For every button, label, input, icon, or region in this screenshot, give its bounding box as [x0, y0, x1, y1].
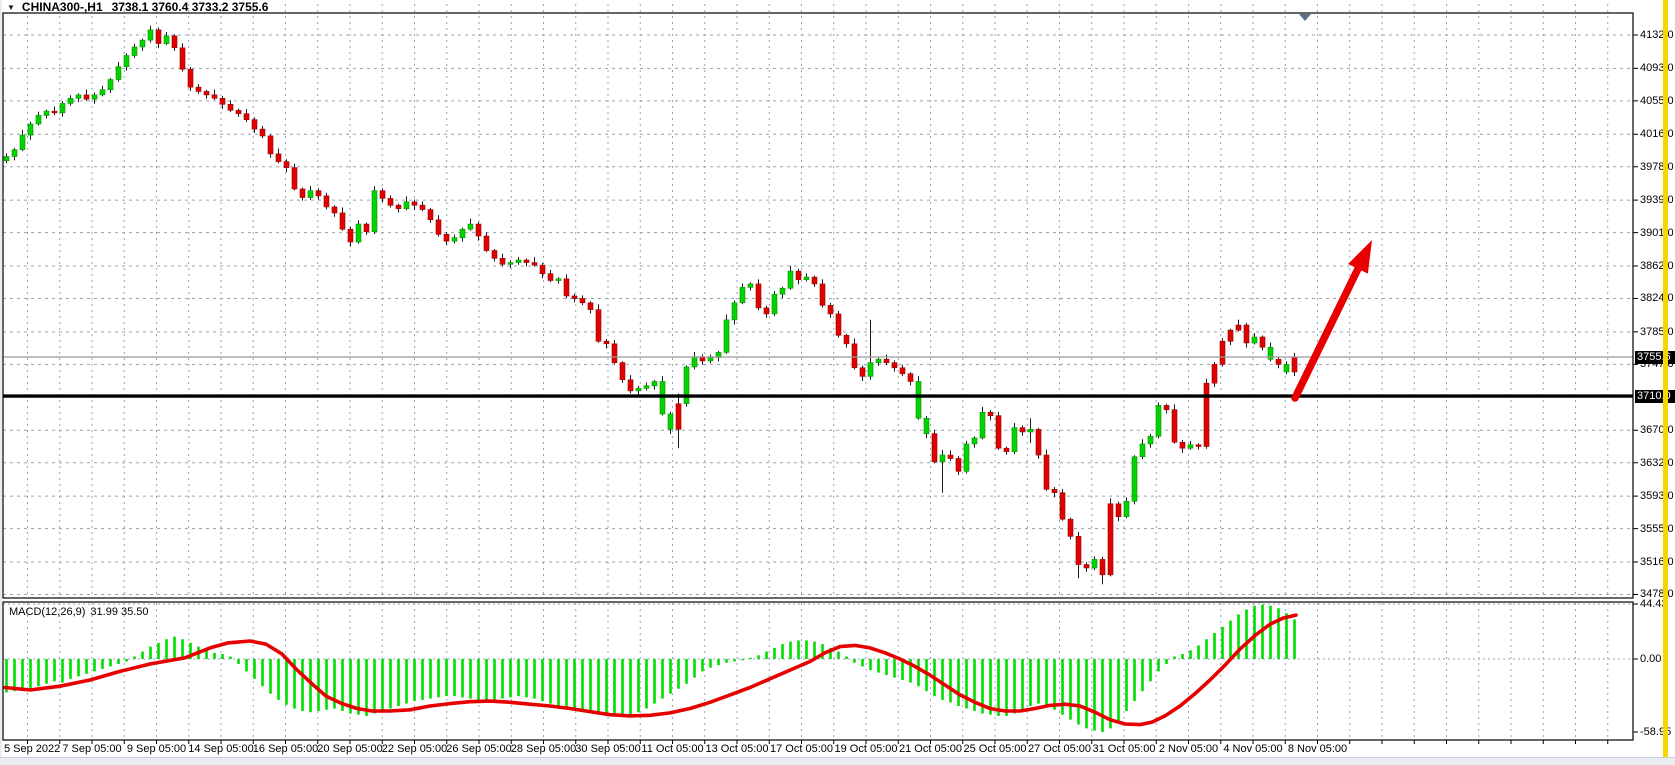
chart-shift-marker-icon[interactable] — [1299, 14, 1311, 21]
time-axis-label: 7 Sep 05:00 — [62, 743, 121, 755]
price-axis-label: 3862.0 — [1640, 260, 1674, 272]
price-axis-label: 3785.0 — [1640, 326, 1674, 338]
time-axis-label: 5 Sep 2022 — [4, 743, 60, 755]
price-axis-label: 3978.0 — [1640, 161, 1674, 173]
time-axis-label: 19 Oct 05:00 — [835, 743, 898, 755]
time-axis-label: 20 Sep 05:00 — [317, 743, 382, 755]
time-axis-label: 11 Oct 05:00 — [641, 743, 703, 755]
time-axis-label: 14 Sep 05:00 — [188, 743, 253, 755]
time-axis-label: 27 Oct 05:00 — [1028, 743, 1091, 755]
price-axis-label: 3670.0 — [1640, 424, 1674, 436]
price-axis-label: 3939.0 — [1640, 194, 1674, 206]
time-axis-label: 26 Sep 05:00 — [446, 743, 511, 755]
time-axis-label: 8 Nov 05:00 — [1288, 743, 1347, 755]
macd-indicator — [5, 605, 1296, 733]
price-axis-label: 3516.0 — [1640, 556, 1674, 568]
level-price-tag: 3710.0 — [1635, 390, 1675, 403]
time-axis-label: 4 Nov 05:00 — [1223, 743, 1282, 755]
candles — [4, 26, 1297, 585]
chart-canvas[interactable] — [0, 0, 1675, 765]
macd-values-label: 31.99 35.50 — [90, 606, 148, 618]
status-strip — [0, 757, 1675, 765]
trend-arrow-annotation[interactable] — [1295, 240, 1372, 398]
macd-indicator-label: MACD(12,26,9) 31.99 35.50 — [9, 606, 149, 618]
chart-title-bar: ▼ CHINA300-,H1 3738.1 3760.4 3733.2 3755… — [7, 0, 268, 14]
macd-axis-min-label: -58.95 — [1640, 726, 1674, 738]
window-left-edge — [0, 0, 2, 757]
symbol-timeframe-label: CHINA300-,H1 — [22, 0, 103, 14]
time-axis-label: 31 Oct 05:00 — [1093, 743, 1156, 755]
time-axis-label: 30 Sep 05:00 — [575, 743, 640, 755]
price-axis-label: 4016.0 — [1640, 128, 1674, 140]
time-axis-label: 13 Oct 05:00 — [706, 743, 769, 755]
macd-params-label: MACD(12,26,9) — [9, 606, 85, 618]
mt4-chart-window: ▼ CHINA300-,H1 3738.1 3760.4 3733.2 3755… — [0, 0, 1675, 765]
window-edge-accent-stripe — [1663, 0, 1668, 757]
price-axis-label: 3632.0 — [1640, 457, 1674, 469]
panel-borders — [3, 13, 1638, 744]
time-axis-label: 17 Oct 05:00 — [770, 743, 833, 755]
price-axis-label: 3901.0 — [1640, 227, 1674, 239]
price-axis-label: 4132.0 — [1640, 29, 1674, 41]
time-axis-label: 16 Sep 05:00 — [253, 743, 318, 755]
price-axis-label: 4093.0 — [1640, 62, 1674, 74]
macd-axis-max-label: 44.43 — [1640, 598, 1674, 610]
price-axis-label: 3593.0 — [1640, 490, 1674, 502]
macd-axis-zero-label: 0.00 — [1640, 653, 1674, 665]
price-axis-label: 3555.0 — [1640, 523, 1674, 535]
time-axis-label: 28 Sep 05:00 — [511, 743, 576, 755]
time-axis-label: 21 Oct 05:00 — [899, 743, 962, 755]
ohlc-values-label: 3738.1 3760.4 3733.2 3755.6 — [112, 0, 269, 14]
time-axis-label: 2 Nov 05:00 — [1159, 743, 1218, 755]
price-axis-label: 3824.0 — [1640, 292, 1674, 304]
current-price-tag: 3755.6 — [1635, 351, 1675, 364]
price-axis-label: 4055.0 — [1640, 95, 1674, 107]
time-axis-label: 9 Sep 05:00 — [127, 743, 186, 755]
one-click-trading-dropdown-icon[interactable]: ▼ — [7, 3, 15, 12]
time-axis-label: 22 Sep 05:00 — [382, 743, 447, 755]
time-axis-label: 25 Oct 05:00 — [964, 743, 1027, 755]
